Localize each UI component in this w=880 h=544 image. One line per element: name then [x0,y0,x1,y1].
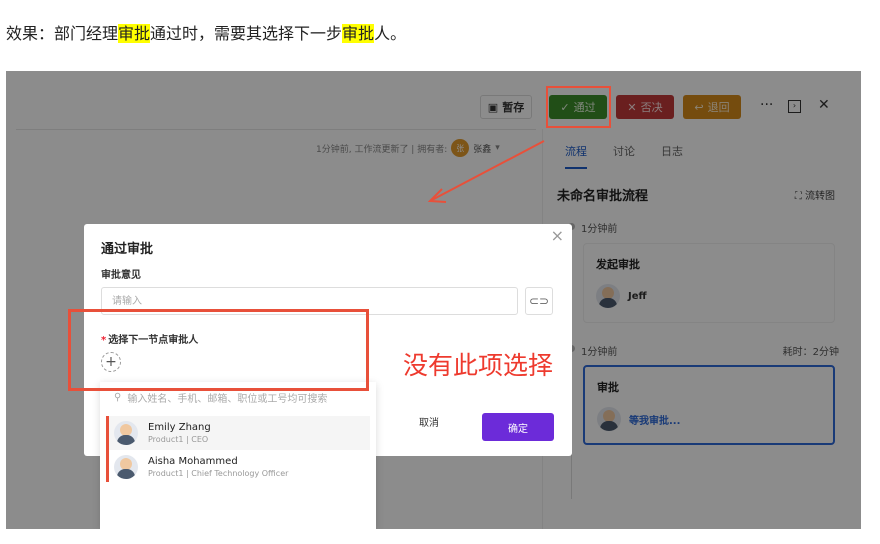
caption-highlight1: 审批 [118,24,151,43]
caption-highlight2: 审批 [342,24,375,43]
caption-part2: 通过时，需要其选择下一步 [150,24,343,43]
caption: 效果：部门经理审批通过时，需要其选择下一步审批人。 [6,20,406,44]
screenshot-area: ▣ 暂存 ✓ 通过 ✕ 否决 ↩ 退回 ··· › ✕ 1分钟前, 工作流更新了 | 拥… [6,71,861,529]
annotation-arrow [427,140,545,203]
annotation-text: 没有此项选择 [403,351,554,380]
caption-part3: 人。 [374,24,407,43]
caption-part1: 效果：部门经理 [6,24,119,43]
